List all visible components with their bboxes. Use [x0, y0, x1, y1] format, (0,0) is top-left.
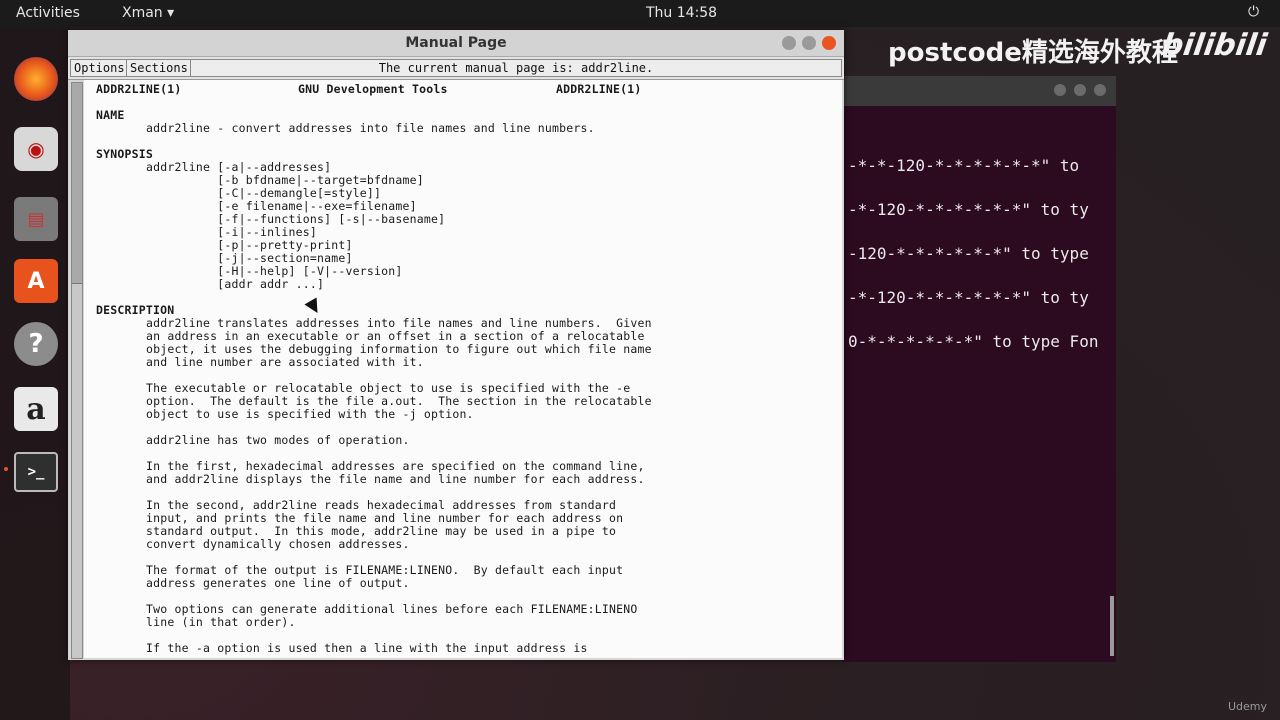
description-line: input, and prints the file name and line… [146, 511, 624, 525]
disk-icon[interactable]: ◉ [14, 127, 58, 171]
description-line: In the second, addr2line reads hexadecim… [146, 498, 617, 512]
scrollbar-thumb[interactable] [72, 83, 82, 284]
synopsis-line: [-f|--functions] [-s|--basename] [146, 212, 446, 226]
description-line: addr2line translates addresses into file… [146, 316, 652, 330]
synopsis-line: [addr addr ...] [146, 277, 325, 291]
man-header-left: ADDR2LINE(1) [96, 82, 182, 96]
minimize-button[interactable] [782, 36, 796, 50]
options-button[interactable]: Options [70, 59, 129, 77]
description-line: line (in that order). [146, 615, 296, 629]
active-indicator [4, 467, 8, 471]
manual-scrollbar[interactable] [71, 82, 83, 659]
description-line: The executable or relocatable object to … [146, 381, 631, 395]
maximize-button[interactable] [802, 36, 816, 50]
synopsis-line: [-C|--demangle[=style]] [146, 186, 382, 200]
terminal-line: 0-*-*-*-*-*-*" to type Fon [848, 332, 1099, 351]
synopsis-heading: SYNOPSIS [96, 147, 153, 161]
manual-page-window[interactable]: Manual Page Options Sections The current… [68, 30, 844, 660]
app-menu[interactable]: Xman ▾ [122, 5, 174, 21]
description-line: The format of the output is FILENAME:LIN… [146, 563, 624, 577]
synopsis-line: [-i|--inlines] [146, 225, 317, 239]
close-button[interactable] [822, 36, 836, 50]
terminal-line: -*-120-*-*-*-*-*-*" to ty [848, 200, 1089, 219]
bilibili-logo: bilibili [1159, 28, 1270, 63]
description-line: and line number are associated with it. [146, 355, 424, 369]
synopsis-line: [-b bfdname|--target=bfdname] [146, 173, 424, 187]
synopsis-line: addr2line [-a|--addresses] [146, 160, 332, 174]
description-line: In the first, hexadecimal addresses are … [146, 459, 645, 473]
description-line: addr2line has two modes of operation. [146, 433, 410, 447]
terminal-maximize-button[interactable] [1074, 84, 1086, 96]
description-heading: DESCRIPTION [96, 303, 175, 317]
synopsis-line: [-j|--section=name] [146, 251, 353, 265]
amazon-icon[interactable]: a [14, 387, 58, 431]
terminal-icon[interactable]: >_ [14, 452, 58, 492]
window-titlebar[interactable]: Manual Page [68, 30, 844, 57]
description-line: object to use is specified with the -j o… [146, 407, 474, 421]
watermark-text: postcode精选海外教程 [888, 38, 1178, 68]
mouse-cursor [304, 297, 324, 317]
terminal-line: -*-*-120-*-*-*-*-*-*" to [848, 156, 1080, 175]
activities-button[interactable]: Activities [16, 5, 80, 21]
description-line: convert dynamically chosen addresses. [146, 537, 410, 551]
man-header-center: GNU Development Tools [298, 82, 448, 96]
description-line: object, it uses the debugging informatio… [146, 342, 652, 356]
description-line: option. The default is the file a.out. T… [146, 394, 652, 408]
description-line: If the -a option is used then a line wit… [146, 641, 588, 655]
man-header-right: ADDR2LINE(1) [556, 82, 642, 96]
terminal-line: -120-*-*-*-*-*-*" to type [848, 244, 1089, 263]
description-line: address generates one line of output. [146, 576, 410, 590]
power-icon[interactable]: ⏻ [1248, 4, 1259, 20]
terminal-scrollbar[interactable] [1110, 596, 1114, 656]
name-text: addr2line - convert addresses into file … [146, 121, 595, 135]
current-page-label: The current manual page is: addr2line. [190, 59, 842, 77]
top-bar: Activities Xman ▾ Thu 14:58 ⏻ [0, 0, 1280, 27]
help-icon[interactable]: ? [14, 322, 58, 366]
xman-toolbar: Options Sections The current manual page… [68, 57, 844, 80]
firefox-icon[interactable] [14, 57, 58, 101]
synopsis-line: [-e filename|--exe=filename] [146, 199, 417, 213]
clock[interactable]: Thu 14:58 [646, 5, 717, 21]
software-icon[interactable]: A [14, 259, 58, 303]
description-line: an address in an executable or an offset… [146, 329, 645, 343]
synopsis-line: [-p|--pretty-print] [146, 238, 353, 252]
description-line: Two options can generate additional line… [146, 602, 638, 616]
files-icon[interactable]: ▤ [14, 197, 58, 241]
terminal-minimize-button[interactable] [1054, 84, 1066, 96]
terminal-window[interactable]: -*-*-120-*-*-*-*-*-*" to -*-120-*-*-*-*-… [842, 76, 1116, 662]
terminal-close-button[interactable] [1094, 84, 1106, 96]
udemy-watermark: Udemy [1228, 700, 1268, 713]
name-heading: NAME [96, 108, 125, 122]
terminal-titlebar[interactable] [842, 76, 1116, 106]
description-line: standard output. In this mode, addr2line… [146, 524, 617, 538]
dock: ◉ ▤ A ? a >_ [0, 27, 70, 720]
description-line: and addr2line displays the file name and… [146, 472, 645, 486]
sections-button[interactable]: Sections [126, 59, 192, 77]
manual-page-content: ADDR2LINE(1) GNU Development Tools ADDR2… [84, 80, 842, 658]
terminal-line: -*-120-*-*-*-*-*-*" to ty [848, 288, 1089, 307]
synopsis-line: [-H|--help] [-V|--version] [146, 264, 403, 278]
window-title: Manual Page [405, 35, 507, 51]
